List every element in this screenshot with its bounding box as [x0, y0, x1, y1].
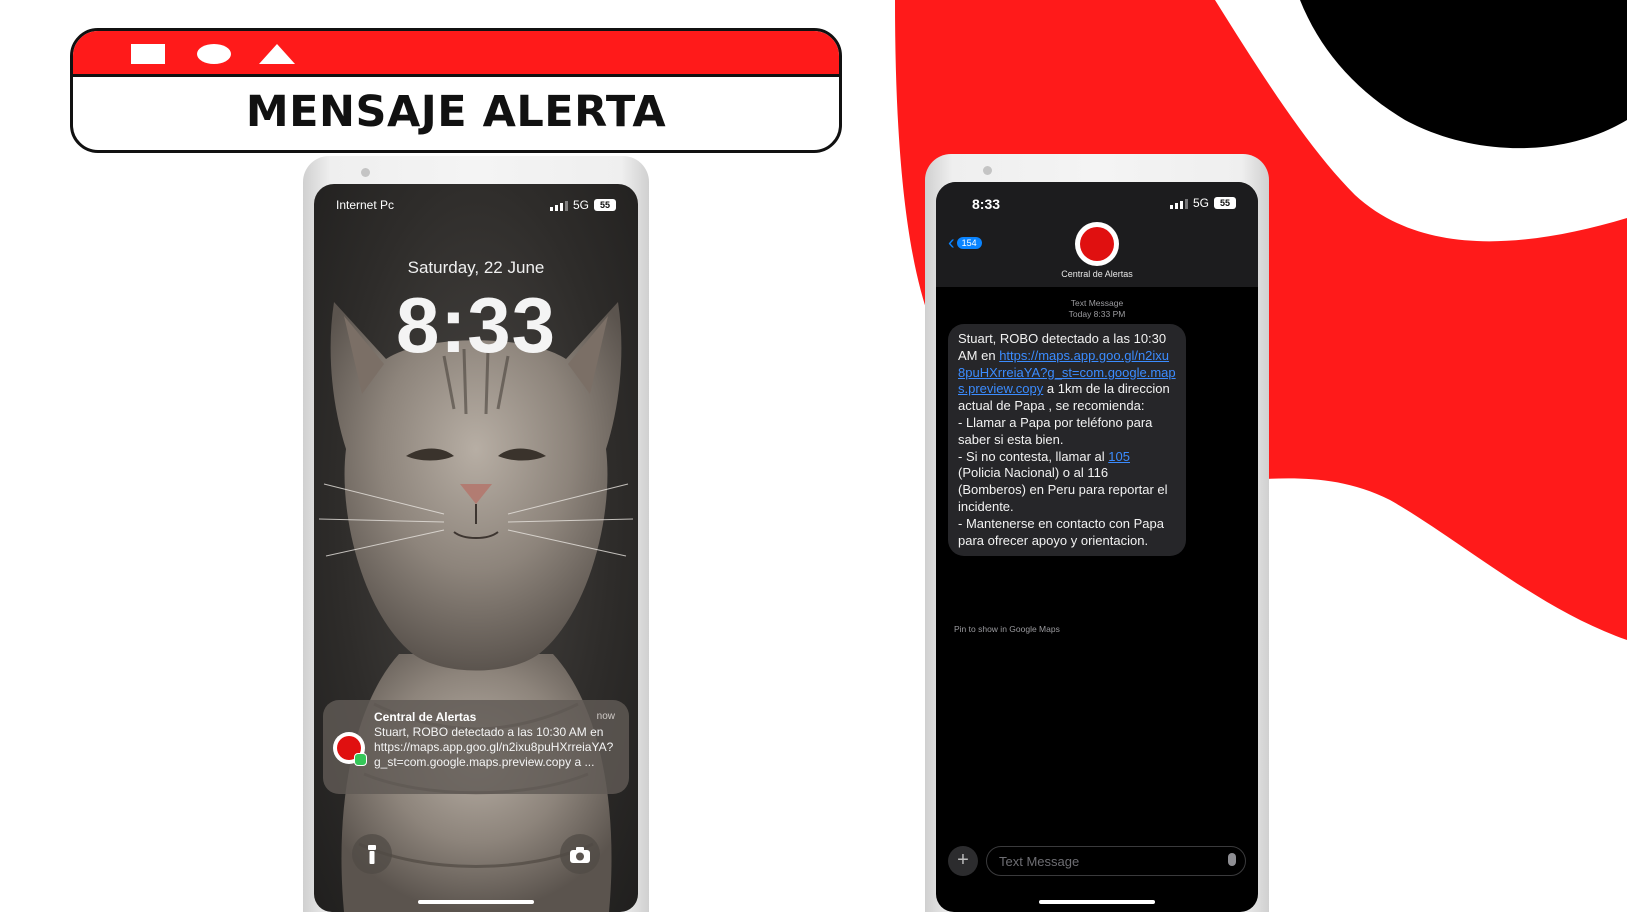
- plus-button[interactable]: +: [948, 846, 978, 876]
- notification-time: now: [596, 711, 615, 722]
- message-line: (Policia Nacional) o al 116 (Bomberos) e…: [958, 465, 1168, 514]
- banner-header-bar: [73, 31, 839, 77]
- app-icon: [333, 732, 367, 766]
- lock-date: Saturday, 22 June: [407, 258, 545, 277]
- banner-title: MENSAJE ALERTA: [245, 87, 667, 137]
- message-type-label: Text Message: [1070, 298, 1124, 308]
- alert-notification[interactable]: Central de Alertas now Stuart, ROBO dete…: [323, 700, 629, 794]
- status-indicators: 5G 55: [1169, 196, 1236, 210]
- flashlight-button[interactable]: [352, 834, 392, 874]
- pin-hint[interactable]: Pin to show in Google Maps: [954, 624, 1060, 634]
- messages-screen: 8:33 5G 55 ‹ 154 Central de Alertas Text…: [936, 182, 1258, 912]
- message-line: - Mantenerse en contacto con Papa para o…: [958, 515, 1164, 548]
- front-camera: [983, 166, 992, 175]
- lock-clock: 8:33: [395, 281, 557, 369]
- alert-hand-icon: [1080, 227, 1114, 261]
- contact-avatar[interactable]: [1075, 222, 1119, 266]
- battery-icon: 55: [594, 199, 616, 211]
- message-line: - Si no contesta, llamar al: [958, 448, 1109, 464]
- signal-icon: [549, 200, 568, 211]
- contact-name[interactable]: Central de Alertas: [936, 269, 1258, 279]
- phone-messages-screen: 8:33 5G 55 ‹ 154 Central de Alertas Text…: [925, 154, 1269, 912]
- home-indicator[interactable]: [1039, 900, 1155, 904]
- lock-status-bar: Internet Pc 5G 55: [314, 198, 638, 214]
- conversation-header: 8:33 5G 55 ‹ 154 Central de Alertas: [936, 182, 1258, 287]
- network-label: 5G: [1192, 196, 1209, 210]
- camera-icon: [570, 847, 590, 864]
- oval-icon: [197, 44, 231, 64]
- phone-lock-screen: Internet Pc 5G 55 Saturday, 22 June 8:33…: [303, 156, 649, 912]
- message-input[interactable]: [986, 846, 1246, 876]
- camera-button[interactable]: [560, 834, 600, 874]
- rectangle-icon: [131, 44, 165, 64]
- front-camera: [361, 168, 370, 177]
- status-indicators: 5G 55: [549, 198, 616, 212]
- triangle-icon: [259, 44, 295, 64]
- message-bubble: Stuart, ROBO detectado a las 10:30 AM en…: [948, 324, 1186, 557]
- chevron-left-icon: ‹: [948, 232, 955, 254]
- compose-bar: +: [948, 846, 1246, 876]
- message-timestamp: Today 8:33 PM: [1068, 309, 1126, 319]
- network-label: 5G: [572, 198, 589, 212]
- phone-link[interactable]: 105: [1108, 449, 1130, 464]
- message-line: - Llamar a Papa por teléfono para saber …: [958, 414, 1153, 447]
- battery-icon: 55: [1214, 197, 1236, 209]
- messages-status-bar: 8:33 5G 55: [936, 196, 1258, 212]
- title-banner: MENSAJE ALERTA: [70, 28, 842, 153]
- lock-screen: Internet Pc 5G 55 Saturday, 22 June 8:33…: [314, 184, 638, 912]
- home-indicator[interactable]: [418, 900, 534, 904]
- unread-count-badge: 154: [956, 237, 982, 249]
- status-time: 8:33: [972, 196, 1001, 212]
- notification-body: Stuart, ROBO detectado a las 10:30 AM en…: [374, 725, 614, 769]
- messages-badge-icon: [354, 753, 367, 766]
- flashlight-icon: [368, 845, 376, 865]
- signal-icon: [1169, 198, 1188, 209]
- microphone-icon[interactable]: [1228, 853, 1236, 866]
- notification-app-name: Central de Alertas: [374, 710, 477, 724]
- message-meta: Text Message Today 8:33 PM: [936, 298, 1258, 320]
- black-blob: [1300, 0, 1627, 149]
- carrier-label: Internet Pc: [336, 198, 395, 212]
- back-button[interactable]: ‹ 154: [948, 232, 982, 254]
